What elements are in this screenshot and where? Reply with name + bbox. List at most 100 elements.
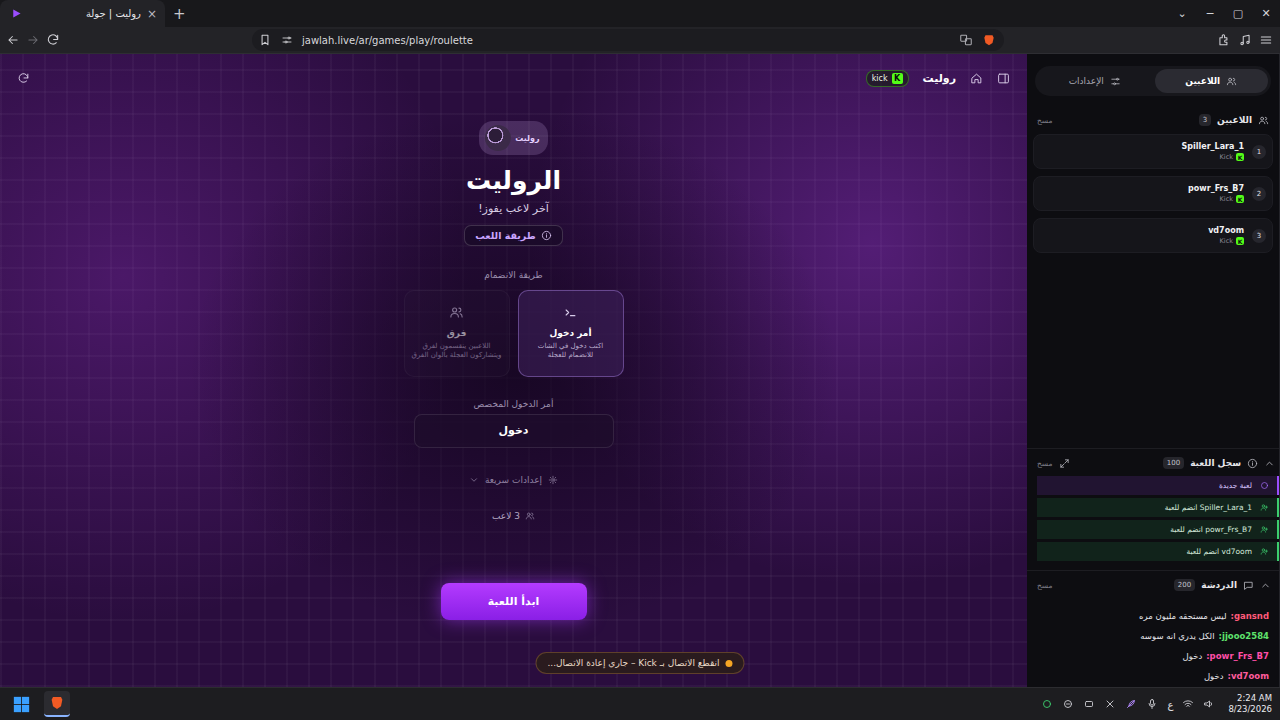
join-mode-card[interactable]: أمر دخول اكتب دخول في الشات للانضمام للعج… xyxy=(518,290,624,377)
game-log: سجل اللعبة100مسحلعبة جديدةSpiller_Lara_1… xyxy=(1027,448,1279,570)
info-icon xyxy=(541,230,552,241)
browser-tab[interactable]: روليت | جولة× xyxy=(0,0,165,27)
platform-name: Kick xyxy=(1220,195,1233,203)
sidebar-tab[interactable]: الإعدادات xyxy=(1038,69,1152,93)
users-icon xyxy=(1258,115,1269,126)
player-row[interactable]: 3vd7oomKKick xyxy=(1033,218,1273,253)
quick-settings[interactable]: إعدادات سريعة xyxy=(379,475,649,485)
chevron-icon[interactable] xyxy=(1264,458,1275,469)
feather-icon[interactable] xyxy=(1125,698,1137,710)
chat-text: دخول xyxy=(1204,671,1224,681)
users-icon xyxy=(525,511,535,521)
user-join-icon xyxy=(1260,525,1269,534)
users-icon xyxy=(449,305,464,320)
chevron-icon xyxy=(469,475,479,485)
join-mode-description: اكتب دخول في الشات للانضمام للعجلة xyxy=(525,342,617,361)
time: 2:24 AM xyxy=(1237,693,1272,704)
players-header: اللاعبين3مسح xyxy=(1033,110,1273,130)
platform-name: Kick xyxy=(1220,153,1233,161)
command-input[interactable] xyxy=(414,414,614,448)
window-control[interactable]: ⌄ xyxy=(1168,0,1196,27)
join-mode-description: اللاعبين ينقسمون لفرق ويتشاركون العجلة ب… xyxy=(411,342,503,361)
tab-close[interactable]: × xyxy=(147,7,157,21)
site-info-icon[interactable] xyxy=(281,34,293,46)
language-indicator[interactable]: ع xyxy=(1167,699,1173,710)
tray-icon[interactable] xyxy=(1083,698,1095,710)
kick-logo: K xyxy=(1236,153,1244,161)
panel-toggle-icon[interactable] xyxy=(997,72,1010,85)
back-arrow-icon[interactable] xyxy=(6,33,20,47)
players-count: 3 xyxy=(1199,114,1211,126)
chat: الدردشة200مسح gansnd:ليس مستحقه مليون مره… xyxy=(1027,570,1279,687)
browser-tools xyxy=(1217,33,1280,47)
join-mode-card[interactable]: فرقاللاعبين ينقسمون لفرق ويتشاركون العجل… xyxy=(404,290,510,377)
how-to-play-button[interactable]: طريقة اللعب xyxy=(464,225,562,246)
game-name: روليت xyxy=(923,72,956,85)
app-tray-icon[interactable] xyxy=(1062,698,1074,710)
start-game-button[interactable]: ابدأ اللعبة xyxy=(441,583,587,620)
forward-arrow-icon[interactable] xyxy=(26,33,40,47)
players-section: اللاعبين3مسح1Spiller_Lara_1KKick2powr_Fr… xyxy=(1027,96,1279,448)
player-info: powr_Frs_B7KKick xyxy=(1188,184,1244,203)
join-modes: أمر دخول اكتب دخول في الشات للانضمام للعج… xyxy=(404,290,624,377)
sidebar: اللاعبينالإعداداتاللاعبين3مسح1Spiller_La… xyxy=(1027,54,1280,687)
url-text: jawlah.live/ar/games/play/roulette xyxy=(302,35,950,46)
microphone-icon[interactable] xyxy=(1146,698,1158,710)
expand-icon[interactable] xyxy=(1059,458,1070,469)
chat-message: gansnd:ليس مستحقه مليون مره xyxy=(1039,608,1269,623)
player-rank: 1 xyxy=(1252,145,1266,159)
page: kickKروليتروليتالروليتآخر لاعب يفوز!طريق… xyxy=(0,54,1280,687)
clear-chat-button[interactable]: مسح xyxy=(1037,581,1053,590)
translate-icon[interactable] xyxy=(959,33,973,47)
window-control[interactable]: ▢ xyxy=(1224,0,1252,27)
windows-logo-icon[interactable] xyxy=(13,696,30,713)
status-icon[interactable] xyxy=(1041,698,1053,710)
log-header: سجل اللعبة100مسح xyxy=(1033,453,1279,473)
home-icon[interactable] xyxy=(970,72,983,85)
terminal-icon xyxy=(563,305,578,320)
refresh-icon[interactable] xyxy=(17,72,30,85)
game-logo: روليت xyxy=(479,121,547,155)
window-controls: ⌄−▢✕ xyxy=(1168,0,1280,27)
new-tab-button[interactable]: + xyxy=(173,5,186,23)
clock[interactable]: 2:24 AM8/23/2026 xyxy=(1228,693,1272,715)
chat-text: الكل يدري انه سوسه xyxy=(1140,631,1214,641)
sidebar-tabs: اللاعبينالإعدادات xyxy=(1035,66,1271,96)
menu-icon[interactable] xyxy=(1259,33,1273,47)
join-mode-title: أمر دخول xyxy=(550,328,592,338)
kick-label: kick xyxy=(872,74,888,83)
game-topbar: kickKروليت xyxy=(0,54,1027,90)
player-row[interactable]: 1Spiller_Lara_1KKick xyxy=(1033,134,1273,169)
game-subtitle: آخر لاعب يفوز! xyxy=(478,202,549,215)
log-entry: vd7oom انضم للعبة xyxy=(1037,542,1279,561)
media-icon[interactable] xyxy=(1238,33,1252,47)
chat-user: gansnd: xyxy=(1231,611,1269,621)
log-text: vd7oom انضم للعبة xyxy=(1186,547,1252,556)
window-control[interactable]: − xyxy=(1196,0,1224,27)
brave-shield-icon[interactable] xyxy=(982,33,996,47)
chevron-icon[interactable] xyxy=(1260,580,1271,591)
chat-message: vd7oom:دخول xyxy=(1039,668,1269,683)
player-row[interactable]: 2 powr_Frs_B7KKick xyxy=(1033,176,1273,211)
connection-toast: انقطع الاتصال بـ Kick – جاري إعادة الاتص… xyxy=(535,652,744,674)
sidebar-tab[interactable]: اللاعبين xyxy=(1155,69,1269,93)
player-name: vd7oom xyxy=(1208,226,1244,235)
close-box-icon[interactable] xyxy=(1104,698,1116,710)
brave-icon xyxy=(49,695,65,711)
reload-icon[interactable] xyxy=(46,33,60,47)
date: 8/23/2026 xyxy=(1228,704,1272,715)
brave-taskbar-app[interactable] xyxy=(44,691,70,717)
log-title: سجل اللعبة xyxy=(1190,458,1241,468)
player-rank: 2 xyxy=(1252,187,1266,201)
wifi-icon[interactable] xyxy=(1182,698,1194,710)
clear-log-button[interactable]: مسح xyxy=(1037,459,1053,468)
window-control[interactable]: ✕ xyxy=(1252,0,1280,27)
clear-players-button[interactable]: مسح xyxy=(1037,116,1053,125)
extensions-icon[interactable] xyxy=(1217,33,1231,47)
chat-header: الدردشة200مسح xyxy=(1033,575,1275,595)
status-dot xyxy=(726,660,733,667)
log-text: Spiller_Lara_1 انضم للعبة xyxy=(1165,503,1252,512)
bookmark-icon[interactable] xyxy=(258,33,272,47)
speaker-icon[interactable] xyxy=(1203,698,1215,710)
address-bar[interactable]: jawlah.live/ar/games/play/roulette xyxy=(252,29,1004,51)
